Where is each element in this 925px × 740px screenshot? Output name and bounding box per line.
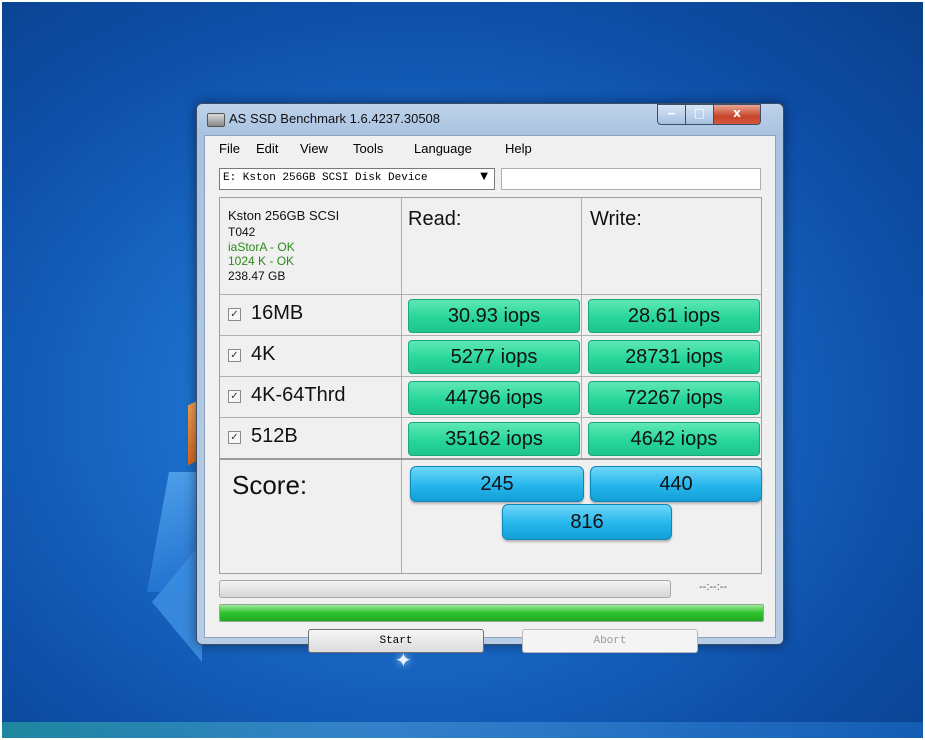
benchmark-window: AS SSD Benchmark 1.6.4237.30508 ‒ □ x Fi…	[196, 103, 784, 653]
drive-info-field[interactable]	[501, 168, 761, 190]
close-icon: x	[733, 106, 741, 120]
grid-divider	[220, 458, 761, 460]
score-label: Score:	[232, 470, 308, 500]
checkbox-512b[interactable]: ✓	[228, 431, 241, 444]
row-label-text: 4K-64Thrd	[251, 384, 346, 406]
read-result-16mb: 30.93 iops	[408, 299, 580, 333]
start-button[interactable]: Start	[308, 629, 484, 653]
driver-status: iaStorA - OK	[228, 240, 295, 254]
desktop-logo-shape	[152, 542, 202, 662]
read-result-4k-64thrd: 44796 iops	[408, 381, 580, 415]
checkbox-4k-64thrd[interactable]: ✓	[228, 390, 241, 403]
window-title: AS SSD Benchmark 1.6.4237.30508	[229, 111, 441, 126]
write-result-512b: 4642 iops	[588, 422, 760, 456]
minimize-button[interactable]: ‒	[657, 104, 686, 125]
checkbox-16mb[interactable]: ✓	[228, 308, 241, 321]
drive-firmware: T042	[228, 225, 256, 239]
row-label-text: 512B	[251, 425, 298, 447]
write-result-4k: 28731 iops	[588, 340, 760, 374]
overall-progress-bar	[219, 604, 764, 622]
minimize-icon: ‒	[667, 106, 676, 120]
row-label-4k[interactable]: ✓ 4K	[228, 343, 275, 366]
menu-help[interactable]: Help	[505, 141, 532, 156]
total-score: 816	[502, 504, 672, 540]
write-score: 440	[590, 466, 762, 502]
maximize-button[interactable]: □	[685, 104, 714, 125]
menu-edit[interactable]: Edit	[256, 141, 278, 156]
read-header: Read:	[408, 208, 462, 230]
menu-view[interactable]: View	[300, 141, 328, 156]
results-grid: Kston 256GB SCSI T042 iaStorA - OK 1024 …	[219, 197, 762, 574]
test-progress-bar	[219, 580, 671, 598]
menu-language[interactable]: Language	[414, 141, 472, 156]
desktop-glow	[2, 722, 923, 738]
write-result-4k-64thrd: 72267 iops	[588, 381, 760, 415]
write-result-16mb: 28.61 iops	[588, 299, 760, 333]
drive-size: 238.47 GB	[228, 269, 286, 283]
row-label-text: 4K	[251, 343, 276, 365]
read-result-512b: 35162 iops	[408, 422, 580, 456]
grid-divider	[220, 376, 761, 377]
app-icon	[207, 113, 225, 127]
title-bar[interactable]: AS SSD Benchmark 1.6.4237.30508 ‒ □ x	[197, 104, 783, 134]
row-label-16mb[interactable]: ✓ 16MB	[228, 302, 303, 325]
row-label-4k-64thrd[interactable]: ✓ 4K-64Thrd	[228, 384, 346, 407]
row-label-text: 16MB	[251, 302, 304, 324]
read-result-4k: 5277 iops	[408, 340, 580, 374]
drive-info: Kston 256GB SCSI T042 iaStorA - OK 1024 …	[228, 208, 339, 284]
grid-divider	[220, 294, 761, 295]
write-header: Write:	[590, 208, 642, 230]
grid-divider	[220, 417, 761, 418]
grid-divider	[220, 335, 761, 336]
read-score: 245	[410, 466, 584, 502]
client-area: File Edit View Tools Language Help E: Ks…	[204, 135, 776, 653]
checkbox-4k[interactable]: ✓	[228, 349, 241, 362]
menu-tools[interactable]: Tools	[353, 141, 383, 156]
overall-progress-fill	[220, 605, 763, 621]
alignment-status: 1024 K - OK	[228, 254, 295, 268]
drive-select-value: E: Kston 256GB SCSI Disk Device	[223, 172, 428, 184]
menu-file[interactable]: File	[219, 141, 240, 156]
drive-name: Kston 256GB SCSI	[228, 208, 340, 223]
abort-button[interactable]: Abort	[522, 629, 698, 653]
chevron-down-icon: ▼	[480, 171, 488, 182]
row-label-512b[interactable]: ✓ 512B	[228, 425, 298, 448]
drive-select[interactable]: E: Kston 256GB SCSI Disk Device ▼	[219, 168, 495, 190]
grid-divider	[401, 198, 402, 573]
close-button[interactable]: x	[713, 104, 761, 125]
grid-divider	[581, 198, 582, 460]
elapsed-time: --:--:--	[699, 581, 728, 593]
maximize-icon: □	[693, 106, 706, 120]
